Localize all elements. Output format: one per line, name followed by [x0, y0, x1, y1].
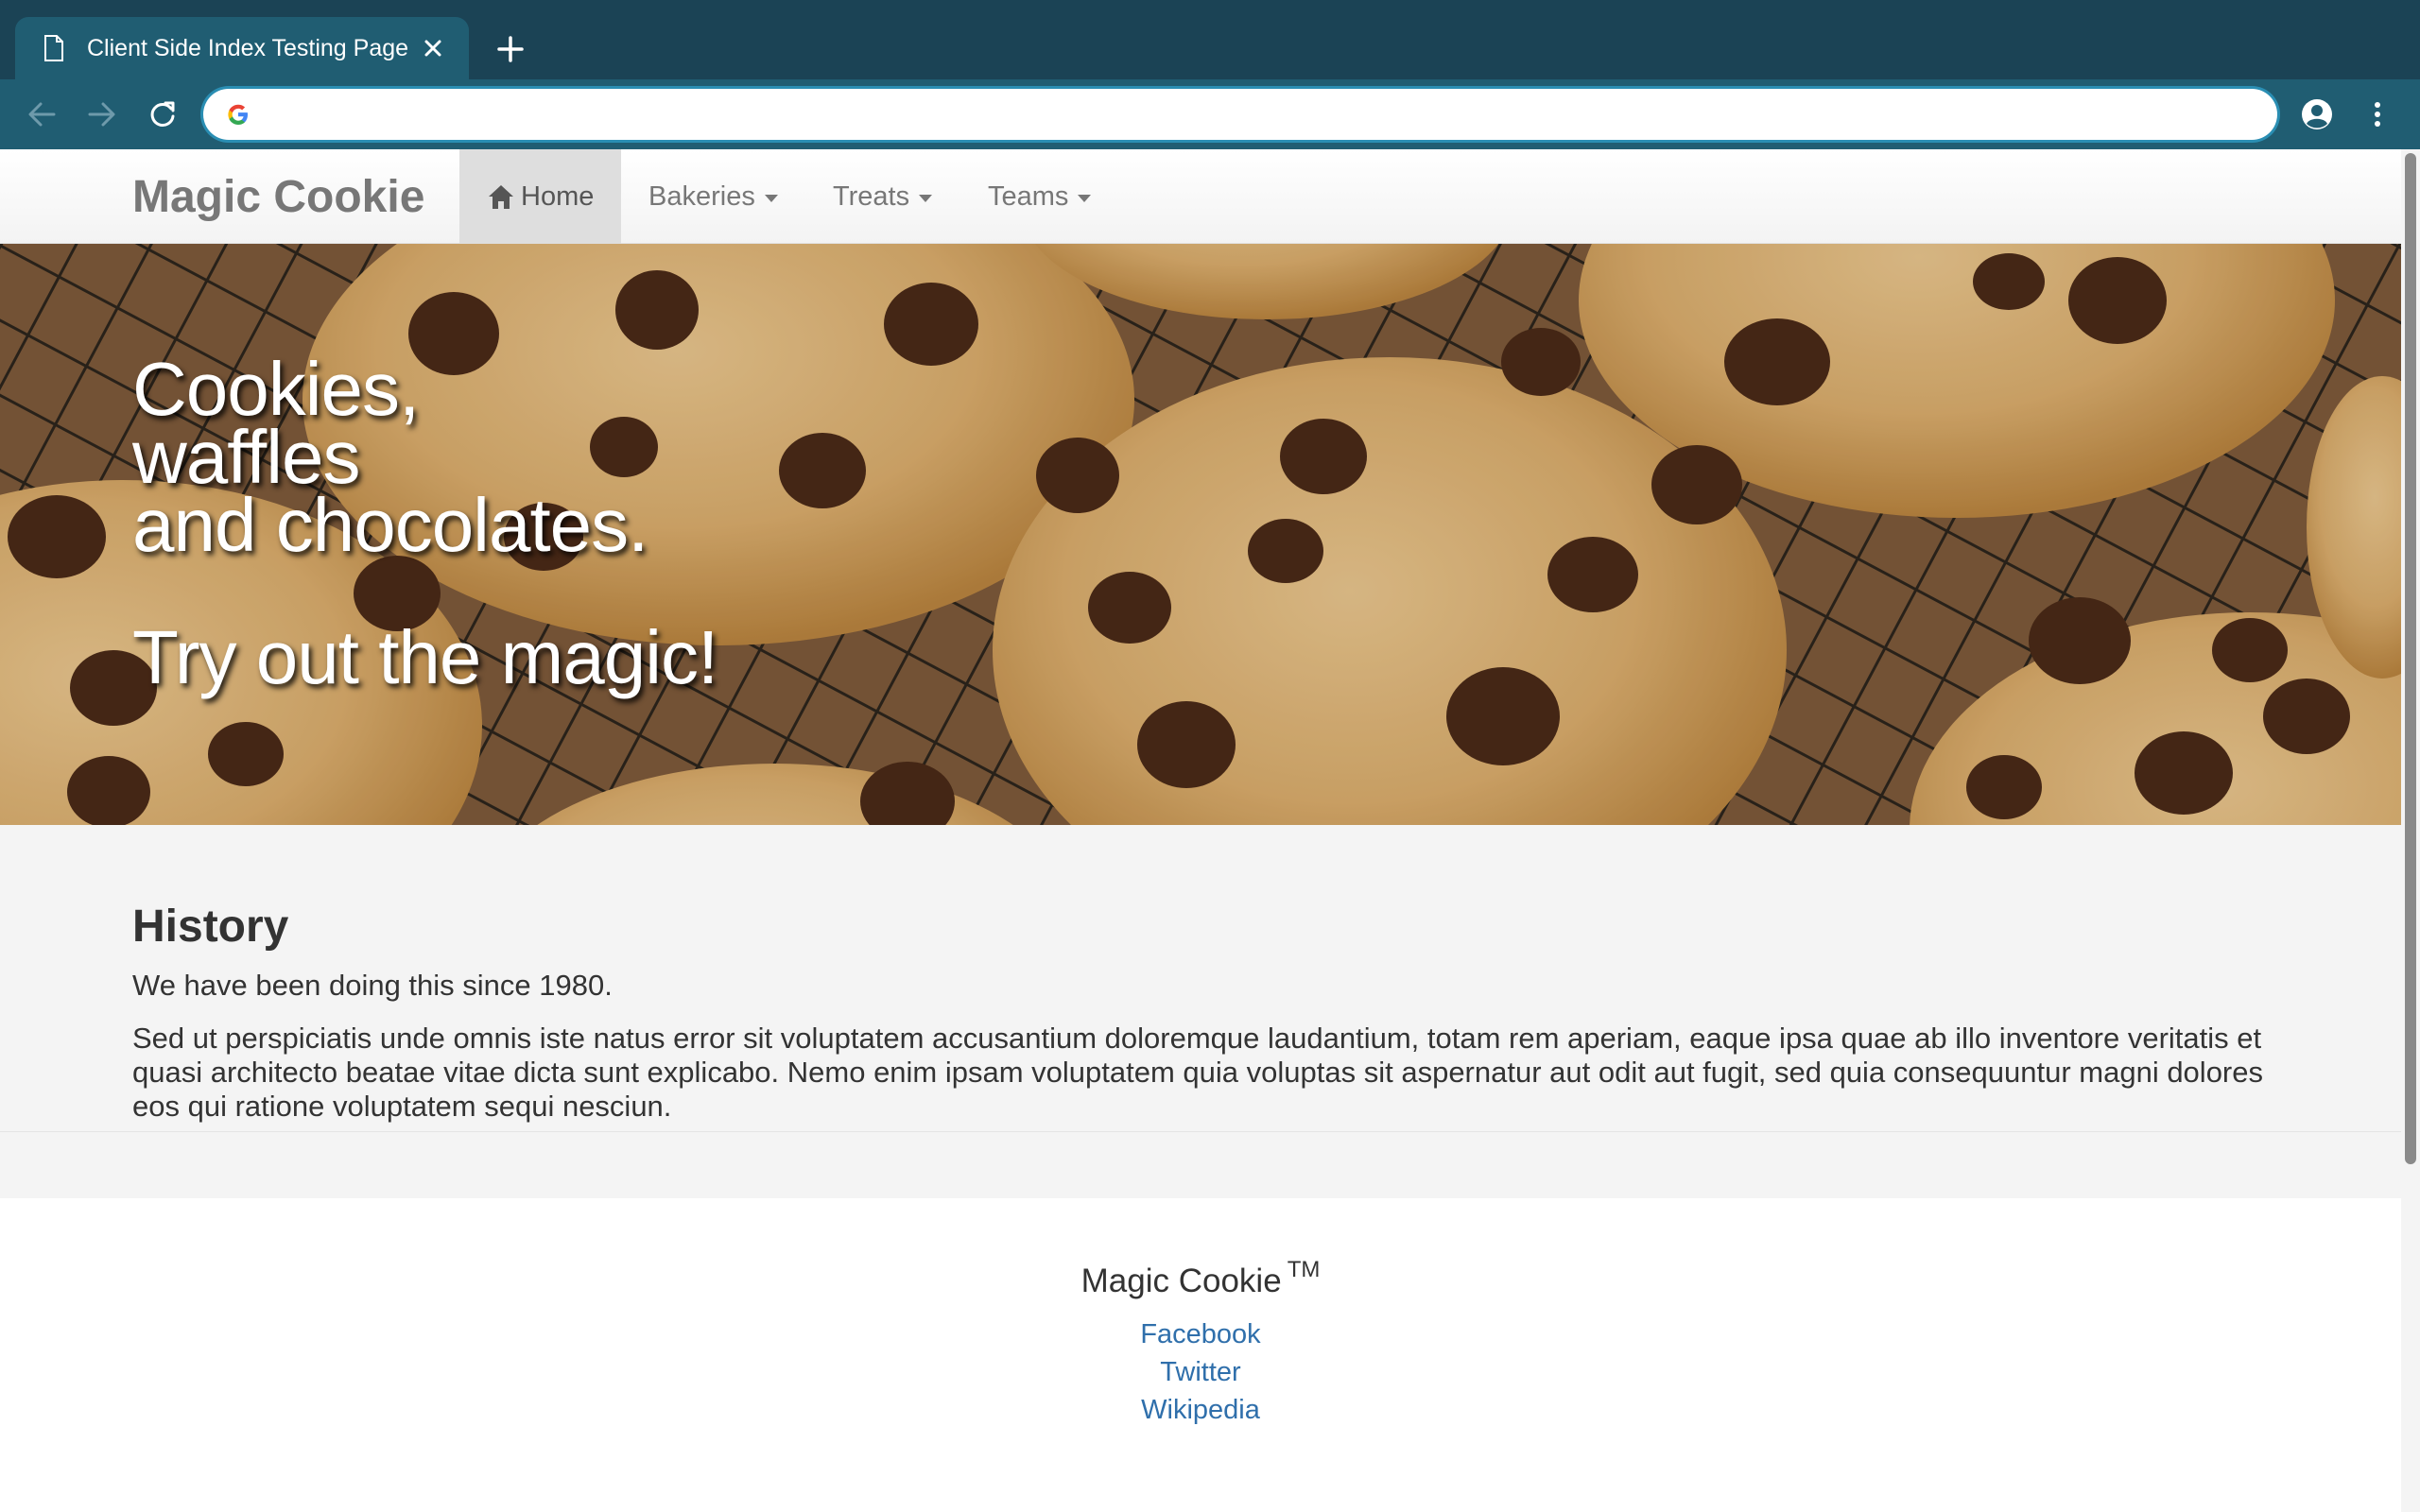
history-lead: We have been doing this since 1980. — [132, 969, 613, 1002]
more-vert-icon[interactable] — [2358, 94, 2397, 134]
footer-link-facebook[interactable]: Facebook — [0, 1319, 2401, 1350]
caret-down-icon — [919, 194, 933, 202]
history-body: Sed ut perspiciatis unde omnis iste natu… — [132, 1022, 2263, 1123]
caret-down-icon — [764, 194, 778, 202]
google-icon — [226, 102, 251, 127]
hero-line: and chocolates. — [132, 483, 648, 567]
footer-link-wikipedia[interactable]: Wikipedia — [0, 1395, 2401, 1426]
nav-item-label: Teams — [988, 180, 1069, 212]
caret-down-icon — [1078, 194, 1092, 202]
document-icon — [40, 34, 68, 62]
footer-brand-name: Magic Cookie — [1080, 1263, 1282, 1299]
close-icon[interactable] — [418, 33, 448, 63]
nav-item-home[interactable]: Home — [459, 149, 622, 244]
tab-strip: Client Side Index Testing Page — [0, 0, 2420, 79]
site-footer: Magic Cookie TM Facebook Twitter Wikipedi… — [0, 1198, 2401, 1512]
browser-tab[interactable]: Client Side Index Testing Page — [15, 17, 469, 79]
nav-item-label: Bakeries — [648, 180, 755, 212]
site-navbar: Magic Cookie Home Bakeries Treats Teams — [0, 149, 2401, 244]
nav-item-teams[interactable]: Teams — [988, 149, 1092, 244]
nav-item-label: Treats — [833, 180, 910, 212]
nav-item-bakeries[interactable]: Bakeries — [648, 149, 778, 244]
scrollbar[interactable] — [2401, 149, 2420, 1512]
history-section: History We have been doing this since 19… — [0, 825, 2401, 1132]
trademark-mark: TM — [1287, 1257, 1321, 1282]
nav-item-treats[interactable]: Treats — [833, 149, 933, 244]
history-heading: History — [132, 902, 289, 952]
nav-item-label: Home — [521, 180, 595, 212]
forward-arrow-icon[interactable] — [82, 94, 122, 134]
hero-line: waffles — [132, 415, 361, 499]
hero-banner: Cookies, waffles and chocolates. Try out… — [0, 244, 2401, 825]
page-viewport: Magic Cookie Home Bakeries Treats Teams — [0, 149, 2420, 1512]
footer-link-twitter[interactable]: Twitter — [0, 1357, 2401, 1388]
brand-link[interactable]: Magic Cookie — [132, 149, 424, 244]
home-icon — [487, 183, 515, 210]
address-input[interactable] — [264, 95, 2277, 133]
browser-window: Client Side Index Testing Page Magic Coo… — [0, 0, 2420, 1512]
scrollbar-thumb[interactable] — [2405, 153, 2416, 1164]
back-arrow-icon[interactable] — [22, 94, 61, 134]
section-divider — [0, 1132, 2401, 1198]
hero-tagline: Try out the magic! — [132, 615, 718, 699]
browser-toolbar — [0, 79, 2420, 149]
footer-brand: Magic Cookie TM — [0, 1257, 2401, 1300]
hero-line: Cookies, — [132, 347, 420, 431]
reload-icon[interactable] — [143, 94, 182, 134]
plus-icon[interactable] — [491, 29, 530, 69]
address-bar[interactable] — [203, 89, 2277, 140]
tab-title: Client Side Index Testing Page — [87, 34, 409, 61]
profile-icon[interactable] — [2297, 94, 2337, 134]
hero-headline: Cookies, waffles and chocolates. — [132, 347, 648, 567]
